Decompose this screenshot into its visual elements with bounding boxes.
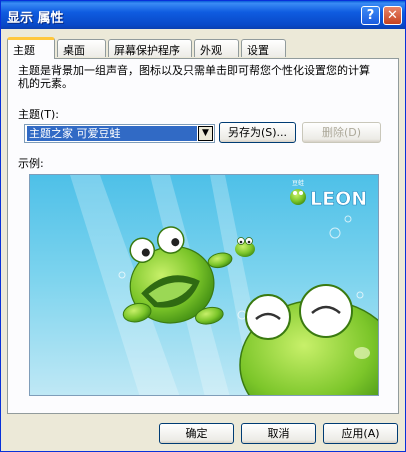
tab-themes[interactable]: 主题 [7, 37, 55, 59]
preview-brand: LEON [310, 188, 367, 210]
tab-label: 主题 [13, 44, 35, 57]
tab-label: 桌面 [63, 44, 85, 57]
theme-dropdown[interactable]: 主题之家 可爱豆蛙 ▼ [24, 124, 215, 143]
tab-label: 外观 [200, 44, 222, 57]
tab-screensaver[interactable]: 屏幕保护程序 [108, 39, 192, 57]
theme-dropdown-value: 主题之家 可爱豆蛙 [27, 126, 197, 141]
preview-brand-small: 豆蛙 [292, 179, 304, 187]
save-as-button[interactable]: 另存为(S)... [219, 122, 296, 143]
title-bar[interactable]: 显示 属性 ? ✕ [1, 1, 405, 29]
close-button[interactable]: ✕ [383, 6, 402, 25]
ok-button[interactable]: 确定 [159, 423, 234, 444]
help-button[interactable]: ? [361, 6, 380, 25]
display-properties-window: 显示 属性 ? ✕ 主题 桌面 屏幕保护程序 外观 设置 主题是背景加一组声音，… [0, 0, 406, 452]
small-frog [235, 237, 255, 257]
window-title: 显示 属性 [7, 11, 64, 26]
chevron-down-icon[interactable]: ▼ [198, 126, 213, 141]
tab-label: 设置 [247, 44, 269, 57]
tab-appearance[interactable]: 外观 [194, 39, 239, 57]
theme-field-label: 主题(T): [18, 108, 60, 121]
theme-preview: 豆蛙 LEON [29, 174, 379, 396]
delete-button: 删除(D) [302, 122, 381, 143]
help-icon: ? [366, 8, 375, 23]
tab-label: 屏幕保护程序 [114, 44, 180, 57]
theme-description: 主题是背景加一组声音，图标以及只需单击即可帮您个性化设置您的计算机的元素。 [18, 64, 370, 90]
logo: 豆蛙 LEON [290, 179, 367, 210]
tab-bar: 主题 桌面 屏幕保护程序 外观 设置 [7, 37, 397, 59]
preview-image: 豆蛙 LEON [70, 175, 378, 395]
cancel-button[interactable]: 取消 [241, 423, 316, 444]
tab-settings[interactable]: 设置 [241, 39, 286, 57]
apply-button[interactable]: 应用(A) [323, 423, 398, 444]
close-icon: ✕ [387, 8, 398, 23]
preview-label: 示例: [18, 157, 44, 170]
smiling-frog [239, 284, 378, 395]
tab-desktop[interactable]: 桌面 [57, 39, 106, 57]
